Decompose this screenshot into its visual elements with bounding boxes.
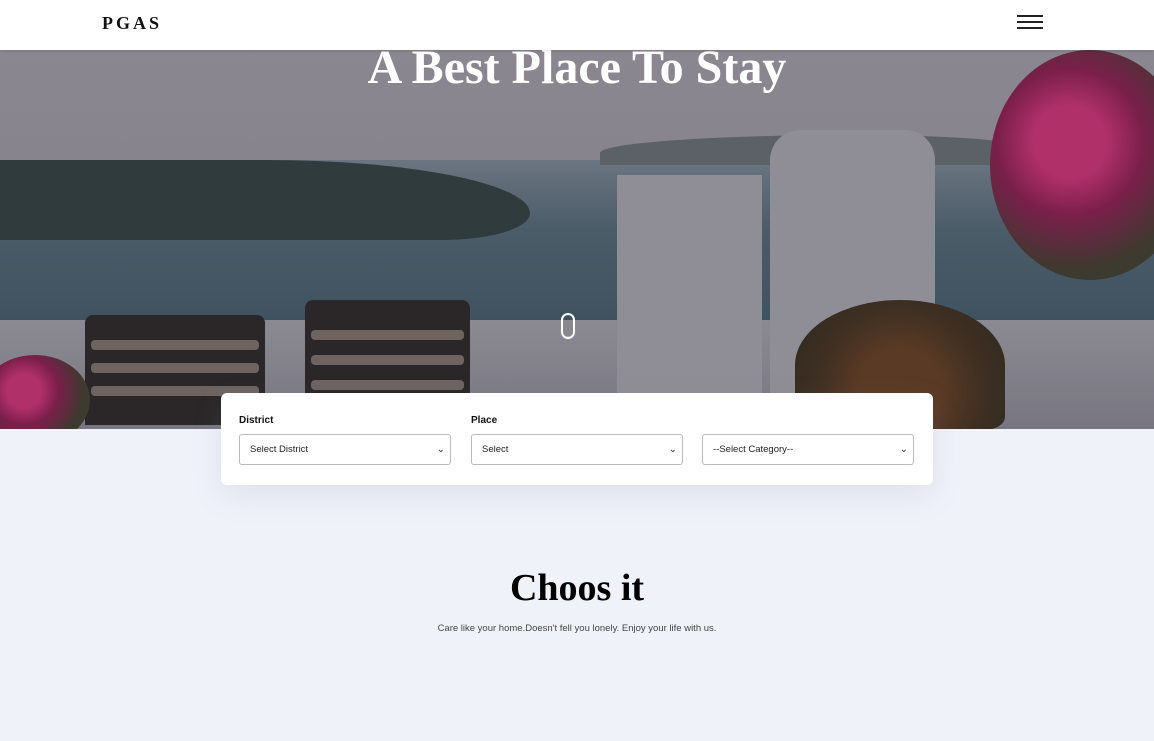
category-select-value: --Select Category-- (713, 444, 794, 455)
section-title: Choos it (509, 567, 645, 609)
hero-banner: A Best Place To Stay (0, 50, 1154, 429)
district-label: District (239, 415, 274, 426)
category-select[interactable]: --Select Category-- ⌄ (702, 434, 914, 465)
chevron-down-icon: ⌄ (436, 444, 445, 455)
place-label: Place (471, 415, 498, 426)
mouse-scroll-icon[interactable] (561, 313, 575, 339)
brand-logo[interactable]: PGAS (102, 13, 162, 34)
hero-chimney (617, 175, 762, 429)
navbar: PGAS (0, 0, 1154, 50)
district-select-value: Select District (250, 444, 309, 455)
place-select-value: Select (482, 444, 509, 455)
search-panel: District Select District ⌄ Place Select … (221, 393, 933, 485)
hamburger-menu-icon[interactable] (1017, 15, 1043, 31)
place-select[interactable]: Select ⌄ (471, 434, 683, 465)
chevron-down-icon: ⌄ (668, 444, 677, 455)
district-select[interactable]: Select District ⌄ (239, 434, 451, 465)
hero-title: A Best Place To Stay (367, 50, 787, 94)
chevron-down-icon: ⌄ (899, 444, 908, 455)
section-subtitle: Care like your home.Doesn't fell you lon… (437, 623, 717, 634)
